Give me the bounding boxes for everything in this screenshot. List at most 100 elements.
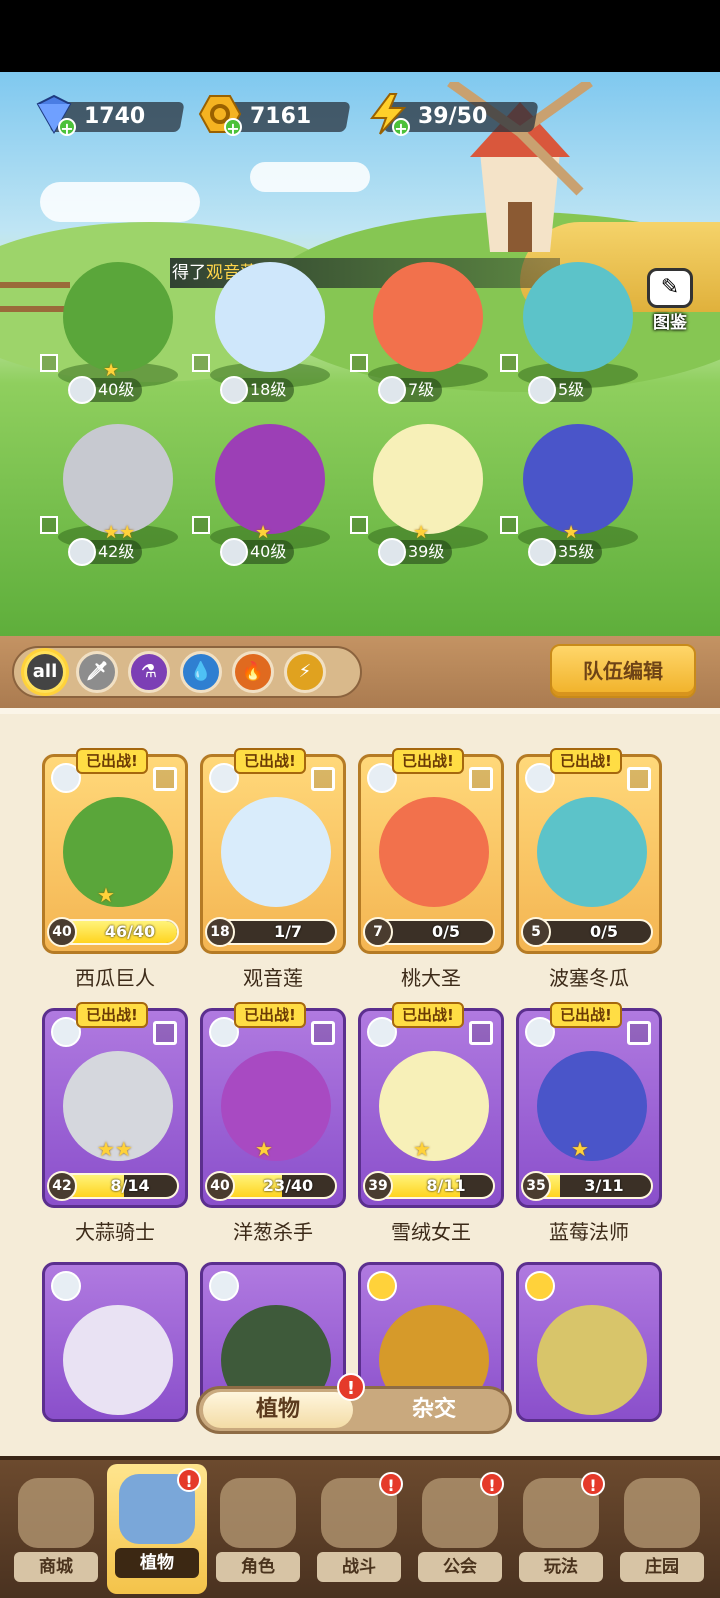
nav-item[interactable]: 商城 [6, 1468, 106, 1598]
plant-name: 桃大圣 [401, 966, 461, 990]
lightning-icon [367, 1271, 397, 1301]
codex-icon: ✎ [647, 268, 693, 308]
sword-icon [209, 1271, 239, 1301]
slot-icon [627, 1021, 651, 1045]
filter-sword-button[interactable]: 🗡 [76, 651, 118, 693]
card-frame: 5 0/5 [516, 754, 662, 954]
deployed-badge: 已出战! [392, 748, 464, 774]
plants-hybrid-toggle[interactable]: 植物 杂交 ! [196, 1373, 512, 1434]
plant-card[interactable]: ★ 39 8/11 已出战! 雪绒女王 [358, 1002, 504, 1245]
slot-icon [311, 767, 335, 791]
add-energy-button[interactable]: + [392, 118, 410, 138]
nav-item[interactable]: 战斗! [309, 1468, 409, 1598]
scene-pet[interactable]: ★ 40级 [192, 424, 340, 574]
plant-card[interactable]: ★ 35 3/11 已出战! 蓝莓法师 [516, 1002, 662, 1245]
slot-grid-icon [500, 354, 518, 372]
shard-progress-text: 23/40 [262, 1176, 314, 1195]
plant-portrait [221, 1051, 331, 1161]
card-frame: ★ 39 8/11 [358, 1008, 504, 1208]
card-frame: ★ 40 23/40 [200, 1008, 346, 1208]
nav-item[interactable]: 植物! [107, 1464, 207, 1594]
plant-card-partial[interactable] [42, 1262, 188, 1422]
water-drop-icon [378, 538, 406, 566]
scene-pet[interactable]: ★ 40级 [40, 262, 188, 412]
plant-name: 大蒜骑士 [75, 1220, 155, 1244]
pet-level-text: 7级 [408, 380, 435, 399]
scene-pet[interactable]: 18级 [192, 262, 340, 412]
scene-pet[interactable]: ★ 39级 [350, 424, 498, 574]
slot-grid-icon [350, 516, 368, 534]
energy-counter[interactable]: 39/50 + [366, 92, 539, 138]
lightning-icon [525, 1271, 555, 1301]
scene-pet[interactable]: ★ 35级 [500, 424, 648, 574]
water-drop-icon: 💧 [189, 661, 213, 682]
filter-water-button[interactable]: 💧 [180, 651, 222, 693]
slot-grid-icon [350, 354, 368, 372]
card-frame: 7 0/5 [358, 754, 504, 954]
scene-pet[interactable]: 5级 [500, 262, 648, 412]
pet-level: 18级 [220, 376, 295, 404]
slot-icon [153, 1021, 177, 1045]
pet-sprite [63, 262, 173, 372]
pet-level-text: 39级 [408, 542, 445, 561]
sword-icon: 🗡 [85, 661, 109, 682]
nav-item[interactable]: 角色 [208, 1468, 308, 1598]
codex-label: 图鉴 [653, 313, 687, 333]
alert-badge: ! [177, 1468, 201, 1492]
filter-lightning-button[interactable]: ⚡ [284, 651, 326, 693]
plant-name: 洋葱杀手 [233, 1220, 313, 1244]
deployed-badge: 已出战! [234, 748, 306, 774]
slot-grid-icon [192, 516, 210, 534]
star-rating: ★ [255, 1137, 273, 1161]
plant-card[interactable]: 5 0/5 已出战! 波塞冬瓜 [516, 748, 662, 991]
plant-card[interactable]: 7 0/5 已出战! 桃大圣 [358, 748, 504, 991]
shard-progress-text: 8/11 [426, 1176, 466, 1195]
plant-card[interactable]: ★ 40 46/40 已出战! 西瓜巨人 [42, 748, 188, 991]
plant-card[interactable]: ★ 40 23/40 已出战! 洋葱杀手 [200, 1002, 346, 1245]
plant-card[interactable]: 18 1/7 已出战! 观音莲 [200, 748, 346, 991]
filter-bar: all 🗡 ⚗ 💧 🔥 ⚡ 队伍编辑 [0, 636, 720, 712]
add-gem-button[interactable]: + [58, 118, 76, 138]
nav-item[interactable]: 庄园 [612, 1468, 712, 1598]
slot-grid-icon [192, 354, 210, 372]
shard-progress-text: 3/11 [584, 1176, 624, 1195]
alert-badge: ! [480, 1472, 504, 1496]
star-rating: ★ [571, 1137, 589, 1161]
plant-card-partial[interactable] [516, 1262, 662, 1422]
nav-item[interactable]: 玩法! [511, 1468, 611, 1598]
plant-portrait [537, 797, 647, 907]
plant-portrait [379, 1051, 489, 1161]
shard-progress-text: 46/40 [104, 922, 156, 941]
gem-counter[interactable]: 1740 + [32, 92, 192, 138]
plant-name: 雪绒女王 [391, 1220, 471, 1244]
slot-grid-icon [500, 516, 518, 534]
water-drop-icon [528, 376, 556, 404]
filter-all-button[interactable]: all [24, 651, 66, 693]
team-edit-button[interactable]: 队伍编辑 [550, 644, 696, 698]
alert-badge: ! [337, 1373, 365, 1401]
coin-counter[interactable]: 7161 + [198, 92, 358, 138]
card-frame: ★★ 42 8/14 [42, 1008, 188, 1208]
codex-button[interactable]: ✎ 图鉴 [640, 268, 700, 338]
pet-level: 42级 [68, 538, 143, 566]
plant-card[interactable]: ★★ 42 8/14 已出战! 大蒜骑士 [42, 1002, 188, 1245]
star-rating: ★ [413, 1137, 431, 1161]
plant-name: 蓝莓法师 [549, 1220, 629, 1244]
scene-pet[interactable]: 7级 [350, 262, 498, 412]
water-drop-icon [528, 538, 556, 566]
nav-item[interactable]: 公会! [410, 1468, 510, 1598]
deployed-badge: 已出战! [76, 1002, 148, 1028]
alert-badge: ! [379, 1472, 403, 1496]
filter-fire-button[interactable]: 🔥 [232, 651, 274, 693]
filter-potion-button[interactable]: ⚗ [128, 651, 170, 693]
add-coin-button[interactable]: + [224, 118, 242, 138]
gem-value: 1740 [84, 104, 146, 129]
scene-pet[interactable]: ★★ 42级 [40, 424, 188, 574]
tab-hybrid[interactable]: 杂交 [359, 1392, 509, 1428]
tab-plants[interactable]: 植物 [203, 1392, 353, 1428]
nav-label: 玩法 [519, 1552, 603, 1582]
filter-all-label: all [32, 661, 58, 682]
pet-level: 40级 [220, 538, 295, 566]
pet-sprite [523, 262, 633, 372]
fire-icon: 🔥 [241, 661, 265, 682]
